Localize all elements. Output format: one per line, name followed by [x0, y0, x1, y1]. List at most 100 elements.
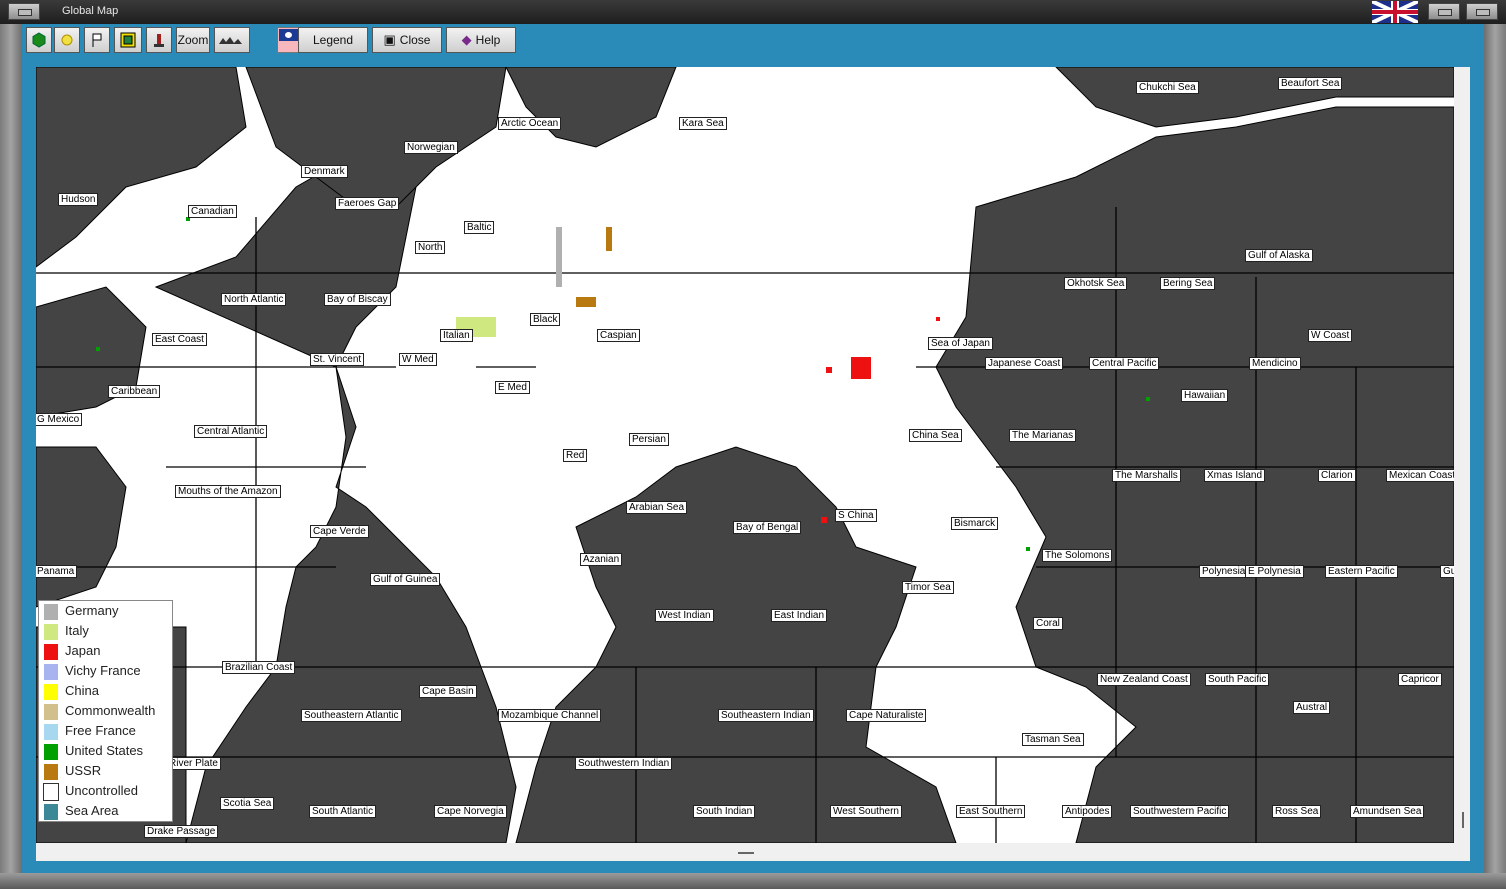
sea-label[interactable]: Mendicino	[1249, 357, 1301, 370]
sea-label[interactable]: Arabian Sea	[626, 501, 688, 514]
sea-label[interactable]: Caspian	[597, 329, 640, 342]
sea-label[interactable]: Central Pacific	[1089, 357, 1160, 370]
sea-label[interactable]: Scotia Sea	[220, 797, 275, 810]
sea-label[interactable]: Southeastern Indian	[718, 709, 814, 722]
sea-label[interactable]: Kara Sea	[679, 117, 727, 130]
zoom-button[interactable]: Zoom	[176, 27, 210, 53]
sea-label[interactable]: Cape Naturaliste	[846, 709, 927, 722]
window-menu-button[interactable]	[8, 3, 40, 20]
sea-label[interactable]: Gu	[1440, 565, 1454, 578]
sea-label[interactable]: Mozambique Channel	[498, 709, 602, 722]
sea-label[interactable]: Norwegian	[404, 141, 458, 154]
sea-label[interactable]: Bay of Biscay	[324, 293, 391, 306]
sea-label[interactable]: E Med	[495, 381, 530, 394]
sea-label[interactable]: Panama	[36, 565, 78, 578]
sea-label[interactable]: Red	[563, 449, 588, 462]
sea-label[interactable]: Chukchi Sea	[1136, 81, 1199, 94]
sea-label[interactable]: Ross Sea	[1272, 805, 1322, 818]
sea-label[interactable]: Faeroes Gap	[335, 197, 400, 210]
sea-label[interactable]: West Southern	[830, 805, 902, 818]
sea-label[interactable]: Southeastern Atlantic	[301, 709, 402, 722]
sea-label[interactable]: Sea of Japan	[928, 337, 993, 350]
vertical-scroll[interactable]	[1454, 67, 1470, 861]
sea-label[interactable]: China Sea	[909, 429, 962, 442]
sea-label[interactable]: Baltic	[464, 221, 495, 234]
sea-label[interactable]: S China	[835, 509, 877, 522]
sea-label[interactable]: River Plate	[166, 757, 221, 770]
sea-label[interactable]: The Marianas	[1009, 429, 1077, 442]
sea-label[interactable]: Tasman Sea	[1022, 733, 1084, 746]
sea-label[interactable]: Denmark	[301, 165, 348, 178]
frame-tool-button[interactable]	[114, 27, 142, 53]
legend-label: Vichy France	[65, 663, 141, 678]
sea-label[interactable]: Gulf of Alaska	[1245, 249, 1313, 262]
sea-label[interactable]: Okhotsk Sea	[1064, 277, 1128, 290]
world-map[interactable]: Chukchi Sea Beaufort Sea Arctic Ocean Ka…	[36, 67, 1454, 843]
help-button[interactable]: ◆ Help	[446, 27, 516, 53]
sea-label[interactable]: G Mexico	[36, 413, 83, 426]
sea-label[interactable]: South Pacific	[1205, 673, 1270, 686]
sea-label[interactable]: Southwestern Indian	[575, 757, 673, 770]
sea-label[interactable]: Amundsen Sea	[1350, 805, 1425, 818]
unit-tool-button[interactable]	[146, 27, 172, 53]
legend-item: Sea Area	[43, 801, 171, 821]
sea-label[interactable]: North Atlantic	[221, 293, 287, 306]
sea-label[interactable]: Brazilian Coast	[222, 661, 296, 674]
sea-label[interactable]: Azanian	[580, 553, 623, 566]
sea-label[interactable]: Arctic Ocean	[498, 117, 562, 130]
sea-label[interactable]: Caribbean	[108, 385, 161, 398]
maximize-button[interactable]	[1466, 3, 1498, 20]
sea-label[interactable]: St. Vincent	[310, 353, 365, 366]
sea-label[interactable]: Mouths of the Amazon	[175, 485, 281, 498]
minimize-button[interactable]	[1428, 3, 1460, 20]
sea-label[interactable]: East Coast	[152, 333, 207, 346]
sea-label[interactable]: Clarion	[1318, 469, 1356, 482]
sea-label[interactable]: Canadian	[188, 205, 237, 218]
sea-label[interactable]: Capricor	[1398, 673, 1442, 686]
sun-tool-button[interactable]	[54, 27, 80, 53]
sea-label[interactable]: East Indian	[771, 609, 828, 622]
horizontal-scroll[interactable]	[36, 843, 1454, 861]
sea-label[interactable]: Southwestern Pacific	[1130, 805, 1230, 818]
sea-label[interactable]: Japanese Coast	[985, 357, 1064, 370]
sea-label[interactable]: The Marshalls	[1112, 469, 1181, 482]
sea-label[interactable]: Drake Passage	[144, 825, 219, 838]
sea-label[interactable]: Beaufort Sea	[1278, 77, 1343, 90]
sea-label[interactable]: North	[415, 241, 446, 254]
sea-label[interactable]: Gulf of Guinea	[370, 573, 441, 586]
sea-label[interactable]: Central Atlantic	[194, 425, 268, 438]
sea-label[interactable]: Cape Verde	[310, 525, 369, 538]
sea-label[interactable]: W Med	[399, 353, 437, 366]
sea-label[interactable]: South Indian	[693, 805, 756, 818]
sea-label[interactable]: Mexican Coast	[1386, 469, 1454, 482]
sea-label[interactable]: Polynesia	[1199, 565, 1249, 578]
sea-label[interactable]: East Southern	[956, 805, 1026, 818]
sea-label[interactable]: Cape Basin	[419, 685, 477, 698]
sea-label[interactable]: Timor Sea	[902, 581, 954, 594]
sea-label[interactable]: Bay of Bengal	[733, 521, 802, 534]
sea-label[interactable]: Hudson	[58, 193, 99, 206]
sea-label[interactable]: Persian	[629, 433, 669, 446]
sea-label[interactable]: Coral	[1033, 617, 1063, 630]
sea-label[interactable]: South Atlantic	[309, 805, 377, 818]
sea-label[interactable]: West Indian	[655, 609, 714, 622]
hex-tool-button[interactable]	[26, 27, 52, 53]
flag-tool-button[interactable]	[84, 27, 110, 53]
sea-label[interactable]: Hawaiian	[1181, 389, 1229, 402]
sea-label[interactable]: Xmas Island	[1204, 469, 1266, 482]
sea-label[interactable]: W Coast	[1308, 329, 1353, 342]
sea-label[interactable]: Bering Sea	[1160, 277, 1216, 290]
sea-label[interactable]: Italian	[440, 329, 473, 342]
sea-label[interactable]: Black	[530, 313, 561, 326]
sea-label[interactable]: Austral	[1293, 701, 1331, 714]
legend-button[interactable]: Legend	[298, 27, 368, 53]
sea-label[interactable]: New Zealand Coast	[1097, 673, 1191, 686]
sea-label[interactable]: Eastern Pacific	[1325, 565, 1398, 578]
sea-label[interactable]: E Polynesia	[1245, 565, 1304, 578]
close-button[interactable]: ▣ Close	[372, 27, 442, 53]
sea-label[interactable]: Cape Norvegia	[434, 805, 507, 818]
sea-label[interactable]: Bismarck	[951, 517, 999, 530]
sea-label[interactable]: The Solomons	[1042, 549, 1113, 562]
terrain-tool-button[interactable]	[214, 27, 250, 53]
sea-label[interactable]: Antipodes	[1062, 805, 1113, 818]
